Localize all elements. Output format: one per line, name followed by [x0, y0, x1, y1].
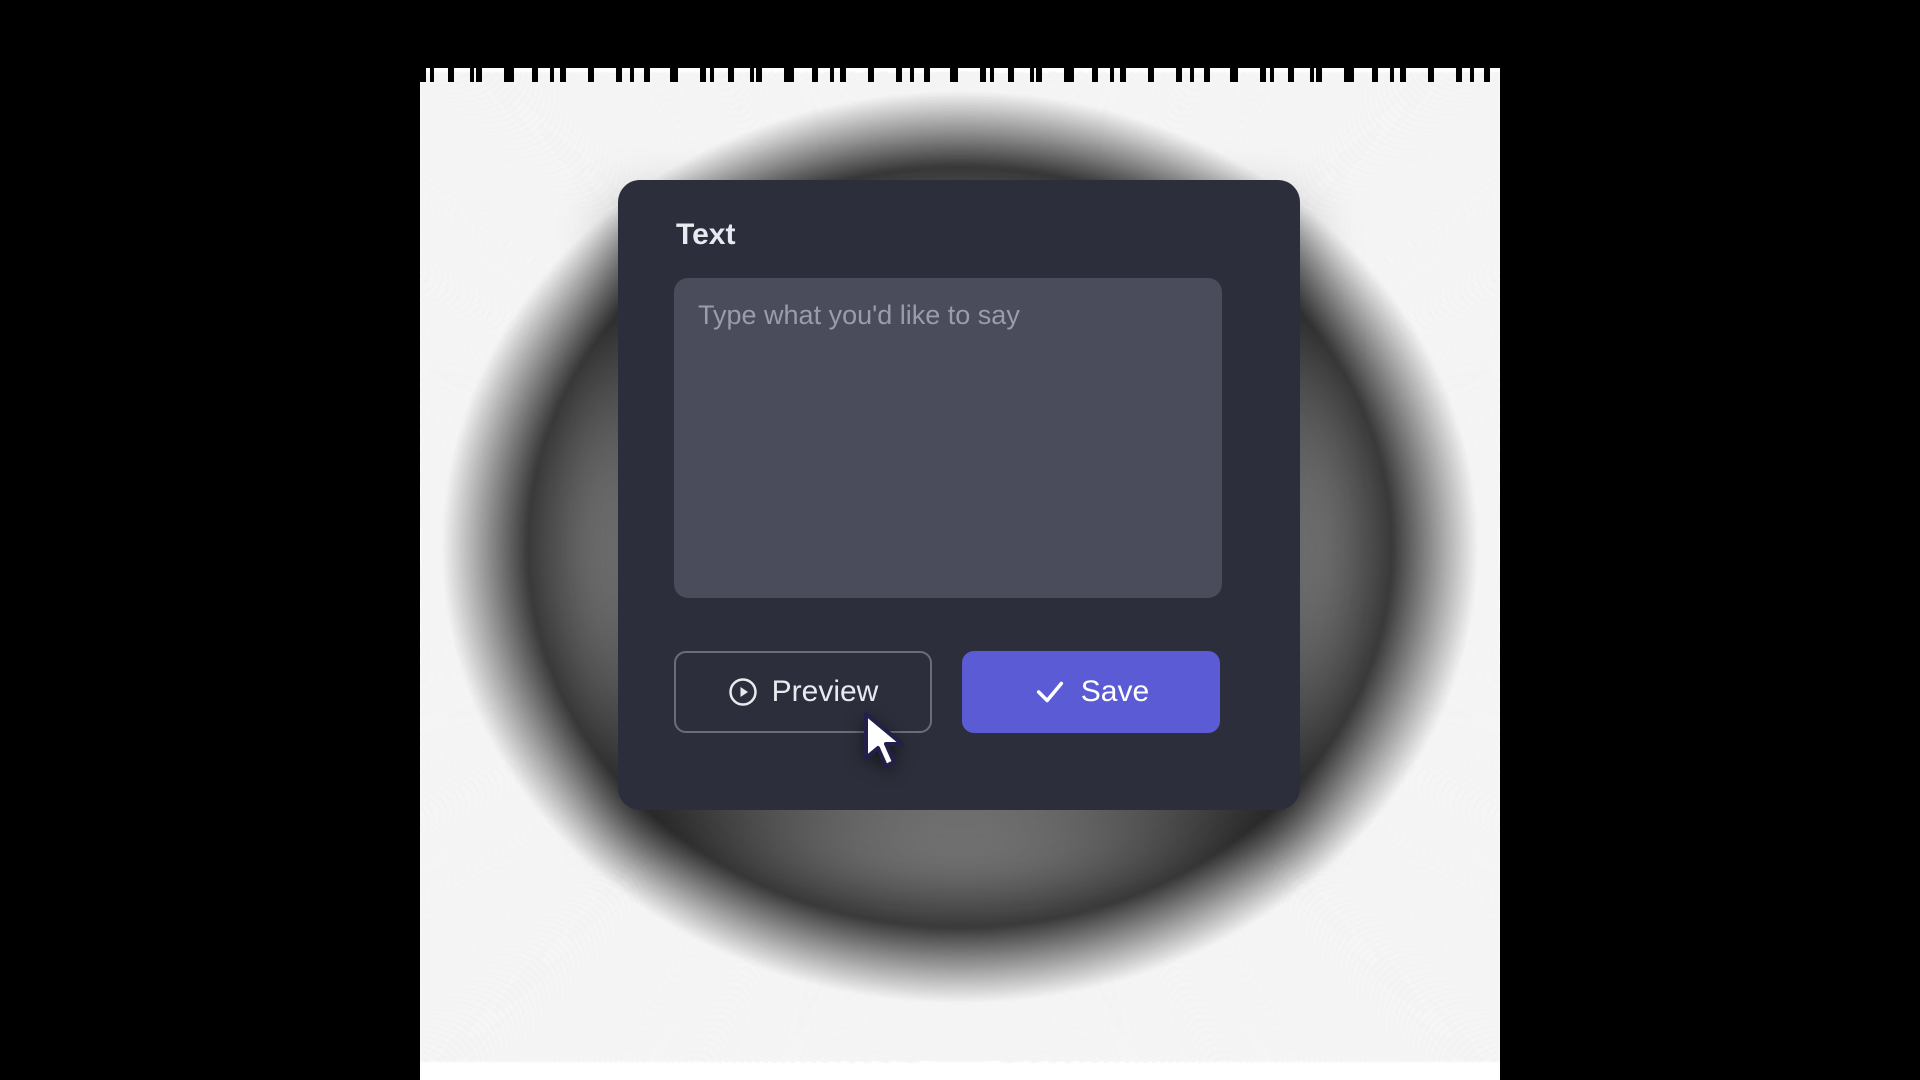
check-icon [1033, 675, 1067, 709]
top-fringe-decoration [420, 68, 1500, 82]
button-row: Preview Save [674, 651, 1244, 733]
preview-button[interactable]: Preview [674, 651, 932, 733]
preview-button-label: Preview [772, 675, 879, 709]
play-circle-icon [728, 677, 758, 707]
save-button[interactable]: Save [962, 651, 1220, 733]
card-title: Text [676, 218, 1244, 252]
save-button-label: Save [1081, 675, 1149, 709]
text-input[interactable] [674, 278, 1222, 598]
text-card: Text Preview Save [618, 180, 1300, 810]
